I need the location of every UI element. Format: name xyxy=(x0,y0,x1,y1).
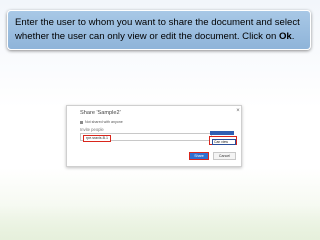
background-band xyxy=(0,205,320,240)
lock-icon xyxy=(80,120,83,124)
share-button[interactable]: Share xyxy=(189,152,209,160)
instruction-callout: Enter the user to whom you want to share… xyxy=(7,10,311,50)
cancel-button[interactable]: Cancel xyxy=(213,152,236,160)
share-dialog: Share 'Sample2' × Not shared with anyone… xyxy=(66,105,242,167)
sharing-status-text: Not shared with anyone xyxy=(85,120,123,124)
permission-dropdown[interactable]: Can view xyxy=(209,136,237,145)
dialog-title: Share 'Sample2' xyxy=(80,110,121,116)
invite-people-input[interactable]: rpe.sravis.B.1 xyxy=(80,133,212,142)
instruction-bold-ok: Ok xyxy=(278,30,292,42)
invite-label: Invite people xyxy=(80,127,104,132)
close-icon[interactable]: × xyxy=(235,108,241,114)
invitee-chip[interactable]: rpe.sravis.B.1 xyxy=(83,135,111,142)
sharing-status: Not shared with anyone xyxy=(80,120,123,125)
permission-dropdown-highlight xyxy=(210,131,234,135)
permission-value: Can view xyxy=(212,139,236,145)
instruction-period: . xyxy=(291,30,295,42)
instruction-text: Enter the user to whom you want to share… xyxy=(15,17,300,42)
